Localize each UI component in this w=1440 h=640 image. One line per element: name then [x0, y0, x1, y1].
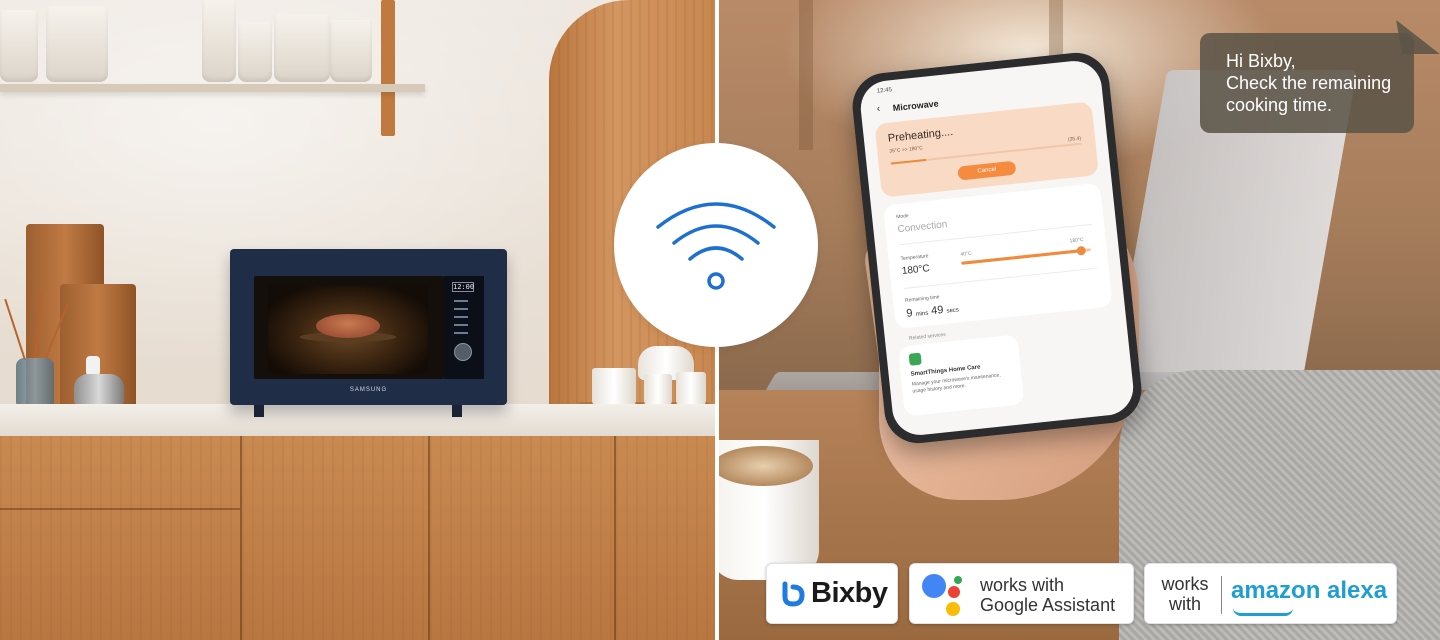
window-frame — [799, 0, 813, 150]
temperature-slider[interactable] — [961, 245, 1091, 265]
alexa-separator — [1221, 576, 1222, 614]
microwave-oven: 12:00 SAMSUNG — [230, 249, 507, 417]
microwave-dial-knob — [454, 343, 472, 361]
app-title: Microwave — [892, 98, 940, 114]
microwave-door-window — [254, 276, 444, 379]
preheat-progress-fill — [890, 158, 927, 165]
bixby-icon — [782, 581, 805, 607]
cancel-button[interactable]: Cancel — [957, 160, 1017, 181]
bixby-badge: Bixby — [766, 563, 898, 624]
metal-jar — [74, 374, 124, 408]
back-arrow-icon[interactable]: ‹ — [876, 103, 880, 114]
remaining-time-value: 9 mins 49 secs — [905, 302, 960, 320]
bixby-label: Bixby — [811, 577, 888, 609]
settings-card: Mode Convection Temperature 180°C 40°C 1… — [882, 182, 1113, 330]
remaining-seconds-unit: secs — [946, 307, 960, 315]
cabinet-drawer-line — [0, 508, 240, 510]
mug — [592, 368, 636, 408]
alexa-works-line-1: works — [1161, 574, 1209, 594]
mode-label: Mode — [895, 213, 910, 221]
kitchen-scene: 12:00 SAMSUNG — [0, 0, 715, 640]
microwave-button — [454, 324, 468, 326]
cup-stack — [202, 0, 236, 82]
countertop — [0, 404, 715, 436]
cup-stack — [330, 20, 372, 82]
temperature-slider-handle[interactable] — [1075, 245, 1086, 256]
cabinets — [0, 436, 715, 640]
microwave-button — [454, 316, 468, 318]
remaining-minutes-unit: mins — [915, 310, 929, 318]
cup — [644, 374, 672, 408]
bowl-stack — [274, 14, 330, 82]
microwave-button — [454, 332, 468, 334]
food — [316, 314, 380, 338]
cabinet-door — [0, 436, 242, 640]
remaining-minutes: 9 — [905, 307, 914, 320]
temperature-min-label: 40°C — [960, 250, 972, 258]
temperature-label: Temperature — [900, 253, 929, 263]
shelf-bracket — [381, 0, 395, 136]
smartphone: 12:45 ‹ Microwave Preheating.... 35°C >>… — [849, 49, 1145, 447]
mode-value[interactable]: Convection — [897, 219, 948, 235]
wifi-icon — [656, 202, 776, 290]
amazon-smile-icon — [1233, 608, 1293, 616]
related-services-label: Related services — [908, 331, 947, 342]
alexa-works-with-text: works with — [1157, 574, 1213, 614]
cabinet-door — [616, 436, 715, 640]
remaining-time-label: Remaining time — [904, 294, 940, 304]
google-assistant-text: works with Google Assistant — [980, 575, 1115, 615]
temperature-value: 180°C — [901, 263, 931, 278]
preheat-status-card: Preheating.... 35°C >> 180°C (35.4) Canc… — [874, 101, 1099, 198]
remaining-seconds: 49 — [930, 303, 944, 318]
microwave-button — [454, 308, 468, 310]
cup-stack — [238, 22, 272, 82]
glass-vase — [16, 358, 54, 408]
google-line-1: works with — [980, 575, 1065, 595]
cabinet-door — [242, 436, 430, 640]
alexa-works-line-2: with — [1168, 594, 1201, 614]
phone-screen: 12:45 ‹ Microwave Preheating.... 35°C >>… — [858, 58, 1136, 438]
microwave-button — [454, 300, 468, 302]
cabinet-door — [430, 436, 616, 640]
preheat-title: Preheating.... — [887, 125, 954, 145]
microwave-foot — [452, 405, 462, 417]
preheat-temperature-range: 35°C >> 180°C — [889, 145, 924, 155]
cup — [676, 372, 706, 408]
wall-shelf — [0, 84, 425, 92]
microwave-control-panel: 12:00 — [444, 276, 484, 379]
speech-bubble-text: Hi Bixby, Check the remaining cooking ti… — [1226, 51, 1392, 115]
google-assistant-badge: works with Google Assistant — [909, 563, 1134, 624]
temperature-max-label: 180°C — [1069, 236, 1084, 245]
amazon-alexa-logo: amazon alexa — [1231, 577, 1388, 604]
bowl-stack — [0, 10, 38, 82]
temperature-slider-fill — [961, 249, 1081, 265]
divider — [903, 267, 1097, 289]
microwave-foot — [254, 405, 264, 417]
bowl-stack — [46, 6, 108, 82]
microwave-brand-label: SAMSUNG — [349, 387, 388, 393]
microwave-display: 12:00 — [452, 282, 475, 292]
home-care-icon — [908, 352, 922, 366]
status-bar-time: 12:45 — [876, 87, 893, 95]
wifi-badge — [614, 143, 818, 347]
google-line-2: Google Assistant — [980, 595, 1116, 615]
amazon-alexa-badge: works with amazon alexa — [1144, 563, 1397, 624]
jar-lid — [86, 356, 100, 376]
smartthings-home-care-card[interactable]: SmartThings Home Care Manage your microw… — [897, 334, 1025, 417]
